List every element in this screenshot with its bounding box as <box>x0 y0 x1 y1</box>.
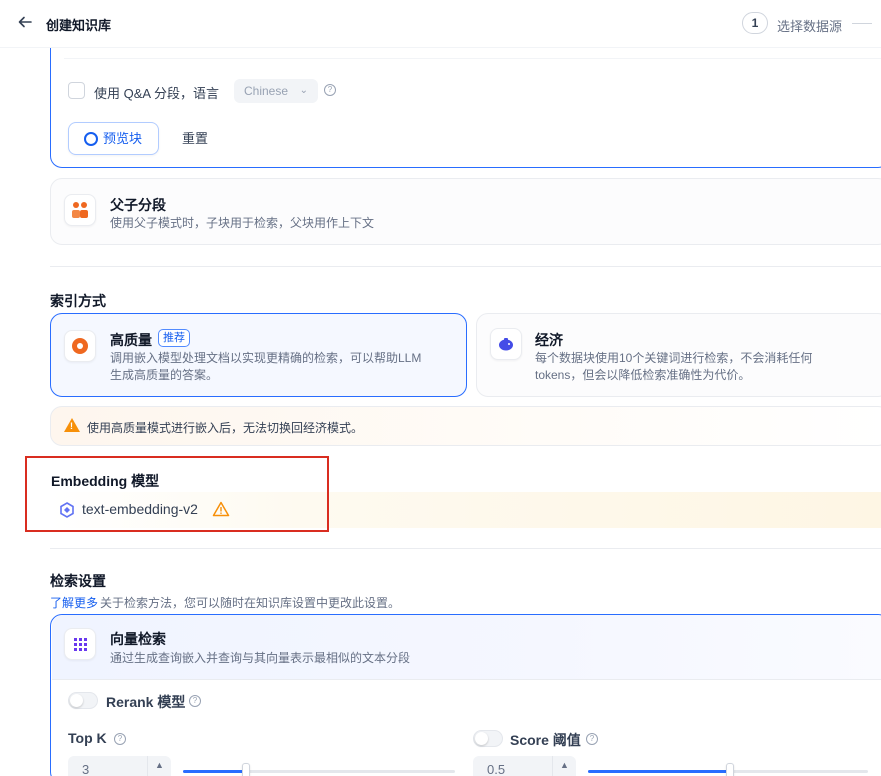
language-select[interactable]: Chinese ⌄ <box>234 79 318 103</box>
piggy-bank-icon <box>499 338 513 351</box>
grid-dots-icon <box>74 638 87 651</box>
retrieval-settings-title: 检索设置 <box>50 573 106 589</box>
index-method-title: 索引方式 <box>50 293 106 309</box>
high-quality-desc-line2: 生成高质量的答案。 <box>110 368 219 382</box>
recommended-badge: 推荐 <box>158 329 190 347</box>
high-quality-desc-line1: 调用嵌入模型处理文档以实现更精确的检索，可以帮助LLM <box>110 351 422 365</box>
rerank-label: Rerank 模型 <box>106 694 186 710</box>
stepper-up-icon[interactable]: ▲ <box>147 756 171 776</box>
score-slider-fill <box>588 770 728 773</box>
parent-child-title: 父子分段 <box>110 197 166 213</box>
vector-search-icon-tile <box>64 628 96 660</box>
step-number-badge: 1 <box>742 12 768 34</box>
vector-search-title: 向量检索 <box>110 631 166 647</box>
score-threshold-input[interactable]: 0.5 ▲ <box>473 756 576 776</box>
parent-child-icon-tile <box>64 194 96 226</box>
high-quality-icon-tile <box>64 330 96 362</box>
learn-more-link[interactable]: 了解更多 <box>50 594 98 611</box>
score-threshold-label: Score 阈值 <box>510 732 581 748</box>
qa-checkbox[interactable] <box>68 82 85 99</box>
top-k-slider-fill <box>183 770 245 773</box>
help-circle-icon[interactable]: ? <box>114 733 126 745</box>
step-label[interactable]: 选择数据源 <box>777 16 842 35</box>
back-arrow-icon[interactable] <box>17 14 35 32</box>
search-icon <box>84 132 98 146</box>
index-warning-text: 使用高质量模式进行嵌入后，无法切换回经济模式。 <box>87 421 364 435</box>
top-bar: 创建知识库 1 选择数据源 <box>0 0 881 48</box>
star-burst-icon <box>72 338 88 354</box>
highlight-box <box>25 456 329 532</box>
qa-segment-label: 使用 Q&A 分段，语言 <box>94 86 219 101</box>
section-divider <box>50 266 881 267</box>
score-slider-thumb[interactable] <box>726 763 734 776</box>
stepper-up-icon[interactable]: ▲ <box>552 756 576 776</box>
step-connector <box>852 23 872 24</box>
section-divider <box>50 548 881 549</box>
chevron-down-icon: ⌄ <box>299 85 308 96</box>
parent-child-card[interactable] <box>50 178 881 245</box>
economy-icon-tile <box>490 328 522 360</box>
parent-child-desc: 使用父子模式时，子块用于检索，父块用作上下文 <box>110 216 375 230</box>
vector-search-desc: 通过生成查询嵌入并查询与其向量表示最相似的文本分段 <box>110 651 411 665</box>
help-circle-icon[interactable]: ? <box>189 695 201 707</box>
retrieval-hint: 关于检索方法，您可以随时在知识库设置中更改此设置。 <box>100 596 401 610</box>
economy-desc-line2: tokens，但会以降低检索准确性为代价。 <box>535 368 751 382</box>
vector-search-header <box>52 615 881 680</box>
score-threshold-toggle[interactable] <box>473 730 503 747</box>
help-circle-icon[interactable]: ? <box>586 733 598 745</box>
economy-title: 经济 <box>535 332 563 348</box>
family-icon <box>72 202 88 218</box>
preview-chunks-button[interactable]: 预览块 <box>68 122 159 155</box>
rerank-toggle[interactable] <box>68 692 98 709</box>
top-k-label: Top K <box>68 730 107 746</box>
high-quality-title: 高质量 <box>110 332 152 348</box>
reset-button[interactable]: 重置 <box>172 122 218 155</box>
top-k-slider-thumb[interactable] <box>242 763 250 776</box>
divider <box>64 58 881 59</box>
top-k-input[interactable]: 3 ▲ <box>68 756 171 776</box>
language-value: Chinese <box>244 84 289 98</box>
economy-desc-line1: 每个数据块使用10个关键词进行检索，不会消耗任何 <box>535 351 813 365</box>
page-title: 创建知识库 <box>46 18 112 33</box>
help-circle-icon[interactable]: ? <box>324 84 336 96</box>
